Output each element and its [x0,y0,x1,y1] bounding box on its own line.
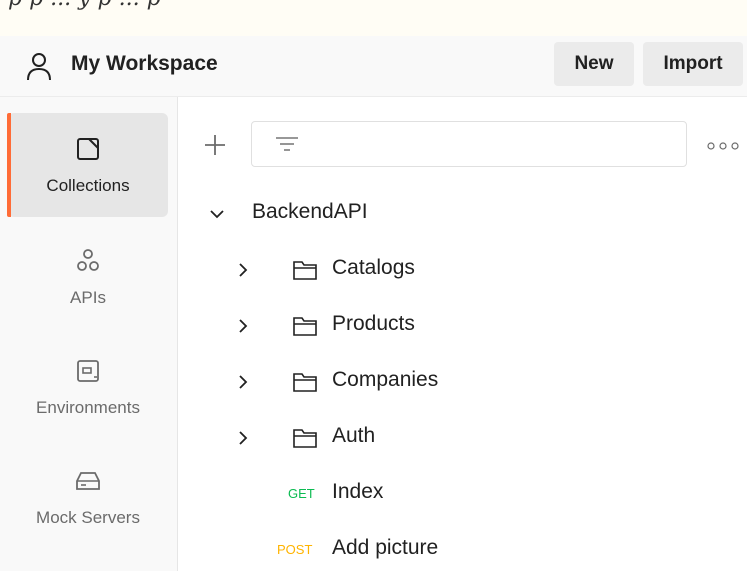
sidebar-item-label: APIs [70,288,106,307]
sidebar-item-label: Collections [46,176,130,195]
folder-name: Products [332,312,415,335]
sidebar-item-label: Environments [36,398,140,417]
request-name: Add picture [332,536,439,559]
folder-icon [293,261,317,280]
folder-name: Auth [332,424,376,447]
top-strip-text: p p ... y p ... p [8,0,161,11]
request-name: Index [332,480,384,503]
folder-row[interactable]: Auth [178,417,747,457]
sidebar-item-apis[interactable]: APIs [8,225,168,329]
folder-icon [293,317,317,336]
sidebar-item-mock-servers[interactable]: Mock Servers [8,445,168,549]
more-options-icon[interactable] [706,141,740,151]
filter-input[interactable] [251,121,687,167]
mock-servers-icon [76,472,100,490]
request-row[interactable]: GET Index [178,473,747,513]
folder-row[interactable]: Products [178,305,747,345]
workspace-title[interactable]: My Workspace [71,52,218,76]
collection-row[interactable]: BackendAPI [178,193,747,233]
sidebar-item-collections[interactable]: Collections [7,113,168,217]
sidebar-item-environments[interactable]: Environments [8,335,168,439]
collection-icon [77,138,99,160]
folder-name: Companies [332,368,439,391]
new-button[interactable]: New [554,42,634,86]
method-badge-post: POST [277,542,313,557]
folder-name: Catalogs [332,256,415,279]
sidebar-item-label: Mock Servers [36,508,140,527]
apis-icon [77,249,99,271]
chevron-right-icon[interactable] [235,262,251,278]
import-button[interactable]: Import [643,42,743,86]
workspace-header: My Workspace New Import [0,36,747,97]
top-strip: p p ... y p ... p [0,0,747,36]
active-indicator [7,113,11,217]
environments-icon [77,360,99,382]
collection-name: BackendAPI [252,200,368,223]
collections-panel: BackendAPI Catalogs Products Companies A… [178,97,747,571]
sidebar: Collections APIs Environments Mock Serve… [0,97,178,571]
chevron-right-icon[interactable] [235,430,251,446]
folder-icon [293,429,317,448]
chevron-right-icon[interactable] [235,318,251,334]
method-badge-get: GET [288,486,315,501]
folder-icon [293,373,317,392]
user-icon [27,53,51,81]
filter-icon [276,137,298,151]
request-row[interactable]: POST Add picture [178,529,747,569]
folder-row[interactable]: Catalogs [178,249,747,289]
plus-icon[interactable] [203,133,227,157]
folder-row[interactable]: Companies [178,361,747,401]
chevron-down-icon[interactable] [209,206,225,222]
chevron-right-icon[interactable] [235,374,251,390]
